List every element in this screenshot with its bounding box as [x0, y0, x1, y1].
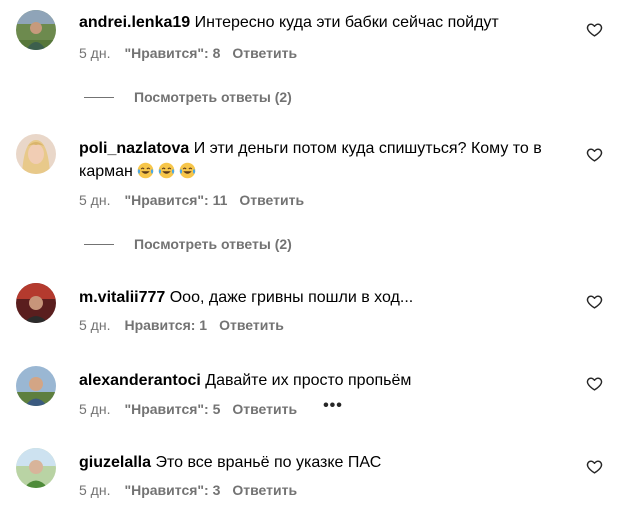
comment-username[interactable]: alexanderantoci — [79, 372, 201, 389]
heart-outline-icon[interactable] — [586, 146, 603, 163]
comment-meta: 5 дн. Нравится: 1 Ответить — [79, 317, 284, 333]
comment-meta: 5 дн. "Нравится": 5 Ответить ••• — [79, 397, 343, 418]
view-replies-button[interactable]: Посмотреть ответы (2) — [84, 89, 292, 105]
comment-body: alexanderantoci Давайте их просто пропьё… — [79, 369, 569, 392]
comment-text: Ооо, даже гривны пошли в ход... — [169, 289, 414, 306]
view-replies-button[interactable]: Посмотреть ответы (2) — [84, 236, 292, 252]
avatar[interactable] — [16, 366, 56, 406]
comment-body: m.vitalii777 Ооо, даже гривны пошли в хо… — [79, 286, 569, 309]
heart-outline-icon[interactable] — [586, 21, 603, 38]
face-with-tears-of-joy-emoji — [137, 162, 154, 179]
view-replies-label: Посмотреть ответы (2) — [134, 236, 292, 252]
comment-timestamp[interactable]: 5 дн. — [79, 45, 110, 61]
comment-like-count[interactable]: "Нравится": 11 — [124, 192, 227, 208]
comment-text: Это все враньё по указке ПАС — [155, 454, 382, 471]
comment-username[interactable]: andrei.lenka19 — [79, 14, 190, 31]
avatar[interactable] — [16, 10, 56, 50]
reply-button[interactable]: Ответить — [232, 401, 297, 417]
comment-username[interactable]: poli_nazlatova — [79, 140, 189, 157]
face-with-tears-of-joy-emoji — [179, 162, 196, 179]
comment-username[interactable]: giuzelalla — [79, 454, 151, 471]
comment-body: giuzelalla Это все враньё по указке ПАС — [79, 451, 569, 474]
comments-list: andrei.lenka19 Интересно куда эти бабки … — [0, 0, 618, 519]
reply-button[interactable]: Ответить — [239, 192, 304, 208]
heart-outline-icon[interactable] — [586, 293, 603, 310]
view-replies-line — [84, 243, 114, 245]
face-with-tears-of-joy-emoji — [158, 162, 175, 179]
comment-like-count[interactable]: "Нравится": 8 — [124, 45, 220, 61]
comment-text: Давайте их просто пропьём — [205, 372, 412, 389]
avatar[interactable] — [16, 134, 56, 174]
comment-text: Интересно куда эти бабки сейчас пойдут — [194, 14, 499, 31]
comment-like-count[interactable]: "Нравится": 3 — [124, 482, 220, 498]
comment-timestamp[interactable]: 5 дн. — [79, 401, 110, 417]
comment-meta: 5 дн. "Нравится": 3 Ответить — [79, 482, 297, 498]
reply-button[interactable]: Ответить — [232, 482, 297, 498]
comment-body: andrei.lenka19 Интересно куда эти бабки … — [79, 11, 569, 34]
view-replies-label: Посмотреть ответы (2) — [134, 89, 292, 105]
more-options-icon[interactable]: ••• — [323, 397, 343, 415]
heart-outline-icon[interactable] — [586, 375, 603, 392]
reply-button[interactable]: Ответить — [232, 45, 297, 61]
comment-timestamp[interactable]: 5 дн. — [79, 482, 110, 498]
comment-meta: 5 дн. "Нравится": 11 Ответить — [79, 192, 304, 208]
comment-like-count[interactable]: "Нравится": 5 — [124, 401, 220, 417]
reply-button[interactable]: Ответить — [219, 317, 284, 333]
comment-body: poli_nazlatova И эти деньги потом куда с… — [79, 137, 569, 183]
comment-meta: 5 дн. "Нравится": 8 Ответить — [79, 45, 297, 61]
comment-username[interactable]: m.vitalii777 — [79, 289, 165, 306]
comment-timestamp[interactable]: 5 дн. — [79, 192, 110, 208]
avatar[interactable] — [16, 283, 56, 323]
comment-timestamp[interactable]: 5 дн. — [79, 317, 110, 333]
heart-outline-icon[interactable] — [586, 458, 603, 475]
comment-like-count[interactable]: Нравится: 1 — [124, 317, 207, 333]
view-replies-line — [84, 96, 114, 98]
avatar[interactable] — [16, 448, 56, 488]
